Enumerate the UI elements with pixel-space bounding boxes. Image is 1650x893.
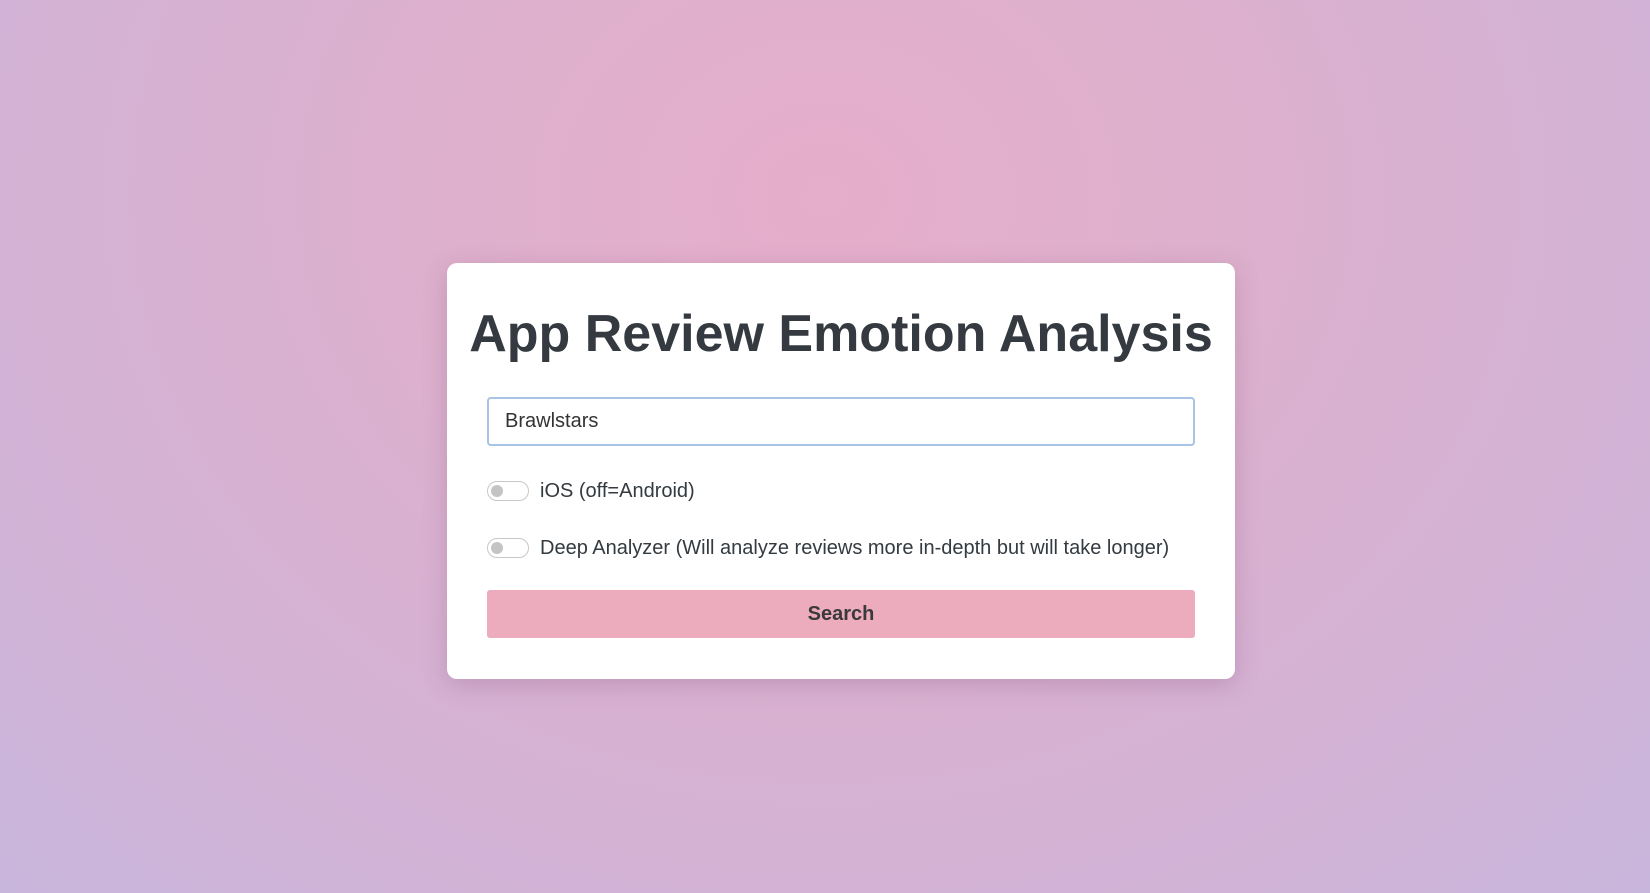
deep-analyzer-toggle-switch[interactable]	[487, 538, 529, 558]
page-title: App Review Emotion Analysis	[469, 305, 1213, 363]
ios-toggle-label: iOS (off=Android)	[540, 479, 695, 502]
deep-analyzer-toggle-label: Deep Analyzer (Will analyze reviews more…	[540, 536, 1170, 559]
app-search-input[interactable]	[487, 397, 1195, 446]
search-button[interactable]: Search	[487, 590, 1195, 638]
ios-toggle-row: iOS (off=Android)	[487, 476, 695, 506]
deep-analyzer-toggle-knob	[491, 541, 503, 554]
ios-toggle-knob	[491, 484, 503, 497]
ios-toggle-switch[interactable]	[487, 481, 529, 501]
deep-analyzer-toggle-row: Deep Analyzer (Will analyze reviews more…	[487, 533, 1169, 563]
search-card: App Review Emotion Analysis iOS (off=And…	[447, 263, 1235, 679]
